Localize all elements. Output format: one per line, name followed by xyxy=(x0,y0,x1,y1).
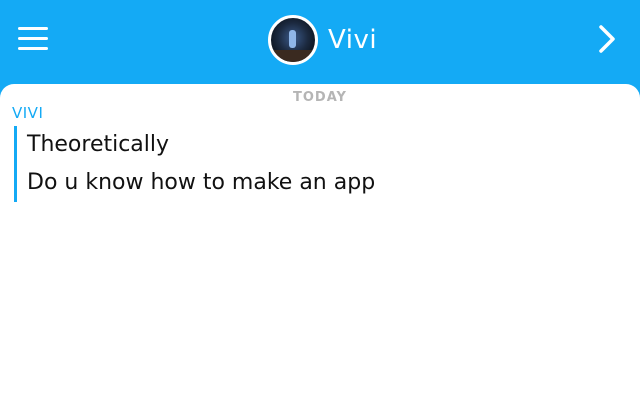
menu-bar xyxy=(18,37,48,40)
avatar-figure xyxy=(289,30,296,48)
menu-bar xyxy=(18,47,48,50)
chat-panel[interactable]: TODAY VIVI Theoretically Do u know how t… xyxy=(0,84,640,412)
date-separator: TODAY xyxy=(293,90,347,105)
avatar-ground xyxy=(271,50,315,62)
message-group: Theoretically Do u know how to make an a… xyxy=(14,126,375,202)
message-text[interactable]: Theoretically xyxy=(27,126,375,164)
sender-name: VIVI xyxy=(12,104,44,122)
chat-header: Vivi xyxy=(0,0,640,84)
profile-avatar[interactable] xyxy=(268,15,318,65)
message-text[interactable]: Do u know how to make an app xyxy=(27,164,375,202)
hamburger-menu-icon[interactable] xyxy=(18,26,50,52)
contact-name: Vivi xyxy=(328,25,378,55)
menu-bar xyxy=(18,27,48,30)
chevron-right-icon-svg xyxy=(599,25,615,53)
chat-screen: Vivi TODAY VIVI Theoretically Do u know … xyxy=(0,0,640,412)
conversation-title[interactable]: Vivi xyxy=(268,14,377,66)
chevron-right-icon[interactable] xyxy=(596,24,618,54)
